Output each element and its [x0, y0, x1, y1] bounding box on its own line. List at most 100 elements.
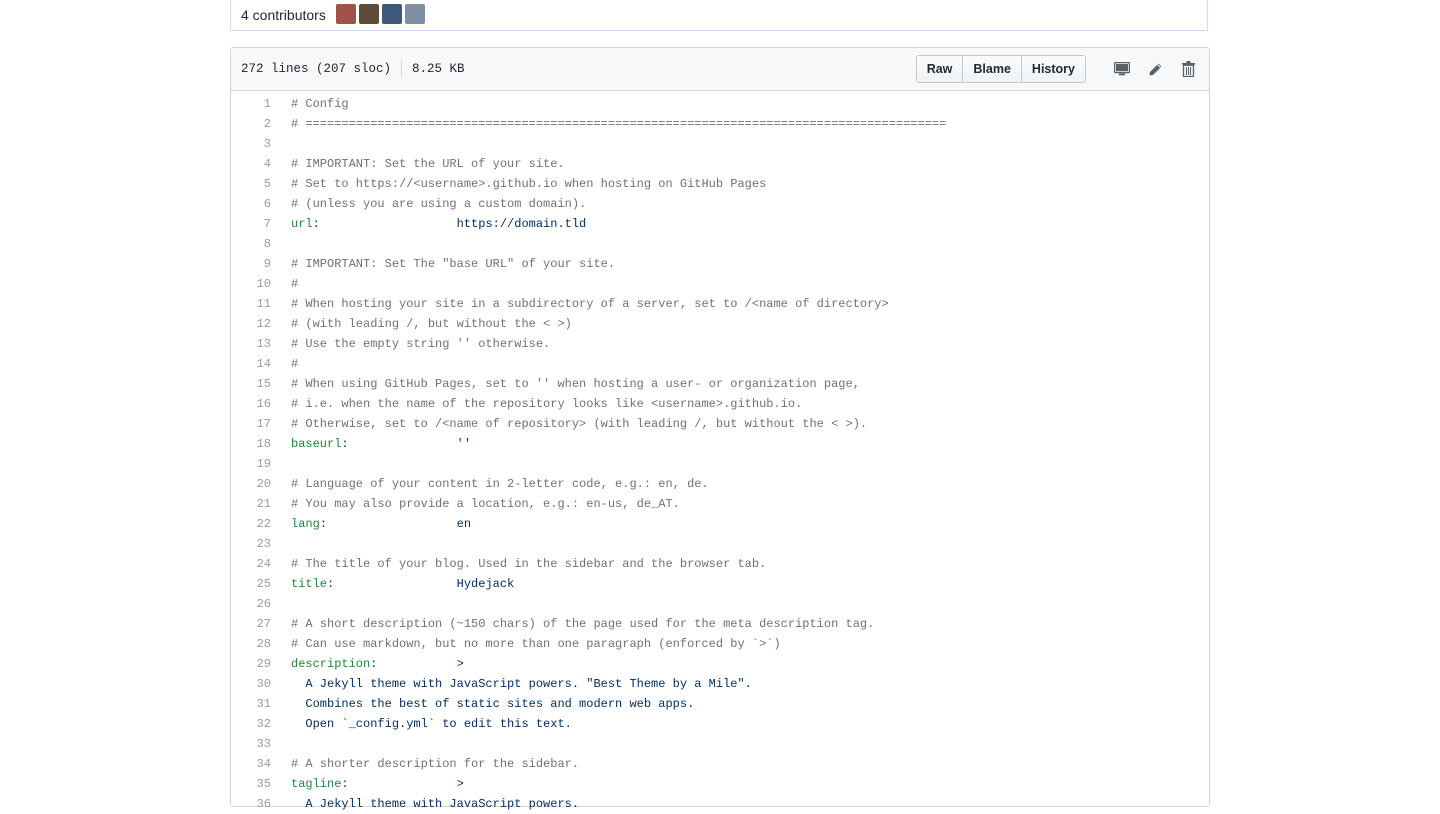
file-header: 272 lines (207 sloc) 8.25 KB Raw Blame H…	[231, 48, 1209, 91]
line-content: Open `_config.yml` to edit this text.	[281, 714, 571, 734]
code-line: 11 # When hosting your site in a subdirec…	[231, 294, 1209, 314]
line-number[interactable]: 19	[231, 454, 281, 474]
yaml-value: en	[456, 517, 472, 531]
code-line: 29 description: >	[231, 654, 1209, 674]
code-line: 33	[231, 734, 1209, 754]
code-line: 3	[231, 134, 1209, 154]
header-divider	[401, 60, 403, 78]
code-line: 12 # (with leading /, but without the < >…	[231, 314, 1209, 334]
desktop-icon[interactable]	[1111, 58, 1133, 80]
pencil-icon[interactable]	[1144, 58, 1166, 80]
line-number[interactable]: 2	[231, 114, 281, 134]
blame-button[interactable]: Blame	[963, 56, 1022, 82]
line-number[interactable]: 24	[231, 554, 281, 574]
line-content: url: https://domain.tld	[291, 217, 587, 231]
code-line: 14 #	[231, 354, 1209, 374]
line-number[interactable]: 30	[231, 674, 281, 694]
line-number[interactable]: 14	[231, 354, 281, 374]
line-content: # Otherwise, set to /<name of repository…	[281, 414, 867, 434]
trash-icon[interactable]	[1177, 58, 1199, 80]
yaml-key: baseurl	[291, 437, 342, 451]
line-content: # You may also provide a location, e.g.:…	[281, 494, 680, 514]
line-content: # A short description (~150 chars) of th…	[281, 614, 874, 634]
raw-button[interactable]: Raw	[916, 56, 964, 82]
yaml-comment: # ======================================…	[291, 117, 947, 131]
contributors-count[interactable]: 4 contributors	[241, 7, 326, 23]
line-content: # A shorter description for the sidebar.	[281, 754, 579, 774]
code-line: 26	[231, 594, 1209, 614]
line-number[interactable]: 3	[231, 134, 281, 154]
line-number[interactable]: 1	[231, 94, 281, 114]
line-number[interactable]: 35	[231, 774, 281, 794]
code-line: 9 # IMPORTANT: Set The "base URL" of your…	[231, 254, 1209, 274]
contributor-avatar[interactable]	[381, 3, 402, 24]
line-number[interactable]: 11	[231, 294, 281, 314]
line-content: # IMPORTANT: Set the URL of your site.	[281, 154, 565, 174]
line-number[interactable]: 5	[231, 174, 281, 194]
code-line: 15 # When using GitHub Pages, set to '' w…	[231, 374, 1209, 394]
line-number[interactable]: 32	[231, 714, 281, 734]
line-number[interactable]: 6	[231, 194, 281, 214]
line-content: # IMPORTANT: Set The "base URL" of your …	[281, 254, 615, 274]
yaml-value: >	[456, 777, 464, 791]
line-number[interactable]: 21	[231, 494, 281, 514]
code-line: 25 title: Hydejack	[231, 574, 1209, 594]
contributor-avatar[interactable]	[335, 3, 356, 24]
code-line: 17 # Otherwise, set to /<name of reposito…	[231, 414, 1209, 434]
line-number[interactable]: 33	[231, 734, 281, 754]
yaml-text: Combines the best of static sites and mo…	[291, 697, 695, 711]
code-line: 5 # Set to https://<username>.github.io w…	[231, 174, 1209, 194]
line-number[interactable]: 18	[231, 434, 281, 454]
code-line: 22 lang: en	[231, 514, 1209, 534]
file-line-count: 272 lines (207 sloc)	[241, 62, 392, 76]
line-content: lang: en	[291, 517, 472, 531]
code-view: 1 # Config 2 # ============================…	[231, 91, 1209, 814]
line-number[interactable]: 22	[231, 514, 281, 534]
line-number[interactable]: 28	[231, 634, 281, 654]
yaml-comment: # A shorter description for the sidebar.	[291, 757, 580, 771]
line-content	[281, 134, 291, 154]
line-number[interactable]: 9	[231, 254, 281, 274]
yaml-comment: # (with leading /, but without the < >)	[291, 317, 572, 331]
contributors-bar: 4 contributors	[230, 0, 1208, 31]
line-number[interactable]: 27	[231, 614, 281, 634]
line-number[interactable]: 12	[231, 314, 281, 334]
line-number[interactable]: 25	[231, 574, 281, 594]
line-number[interactable]: 34	[231, 754, 281, 774]
line-number[interactable]: 31	[231, 694, 281, 714]
code-line: 19	[231, 454, 1209, 474]
line-number[interactable]: 8	[231, 234, 281, 254]
line-number[interactable]: 13	[231, 334, 281, 354]
line-number[interactable]: 23	[231, 534, 281, 554]
line-number[interactable]: 7	[231, 214, 281, 234]
line-number[interactable]: 10	[231, 274, 281, 294]
line-content: # When using GitHub Pages, set to '' whe…	[281, 374, 860, 394]
line-number[interactable]: 17	[231, 414, 281, 434]
code-line: 1 # Config	[231, 94, 1209, 114]
line-number[interactable]: 36	[231, 794, 281, 814]
line-content: A Jekyll theme with JavaScript powers. "…	[281, 674, 751, 694]
code-line: 31 Combines the best of static sites and…	[231, 694, 1209, 714]
code-line: 2 # =====================================…	[231, 114, 1209, 134]
code-line: 36 A Jekyll theme with JavaScript powers…	[231, 794, 1209, 814]
line-number[interactable]: 26	[231, 594, 281, 614]
line-content: # Can use markdown, but no more than one…	[281, 634, 781, 654]
yaml-comment: # i.e. when the name of the repository l…	[291, 397, 803, 411]
line-content	[281, 594, 291, 614]
line-content: #	[281, 274, 298, 294]
line-number[interactable]: 4	[231, 154, 281, 174]
yaml-comment: # The title of your blog. Used in the si…	[291, 557, 767, 571]
yaml-value: Hydejack	[456, 577, 515, 591]
line-number[interactable]: 29	[231, 654, 281, 674]
code-line: 23	[231, 534, 1209, 554]
line-content: # Set to https://<username>.github.io wh…	[281, 174, 766, 194]
contributor-avatar[interactable]	[404, 3, 425, 24]
history-button[interactable]: History	[1021, 56, 1085, 82]
contributor-avatar[interactable]	[358, 3, 379, 24]
code-line: 32 Open `_config.yml` to edit this text.	[231, 714, 1209, 734]
line-content: # (with leading /, but without the < >)	[281, 314, 572, 334]
line-number[interactable]: 16	[231, 394, 281, 414]
line-number[interactable]: 20	[231, 474, 281, 494]
yaml-comment: # Set to https://<username>.github.io wh…	[291, 177, 767, 191]
line-number[interactable]: 15	[231, 374, 281, 394]
